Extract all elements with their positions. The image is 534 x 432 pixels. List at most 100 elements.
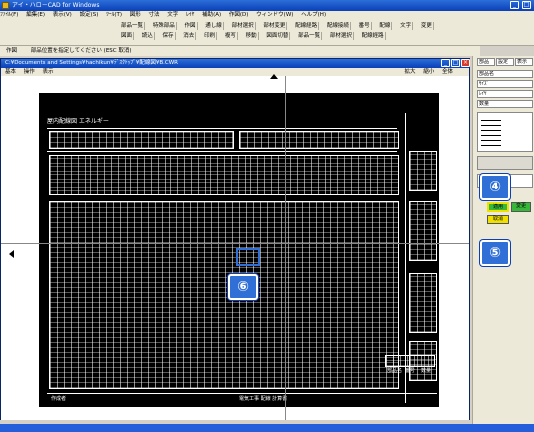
sheet-table-header-2: 番号 [405,368,416,374]
doc-minimize-button[interactable]: _ [441,59,450,67]
rp-row-size: ｻｲｽﾞ [477,80,533,88]
callout-6-target-box [236,248,260,266]
scroll-left-arrow-icon[interactable] [9,250,14,258]
crosshair-vertical [285,76,286,420]
app-icon [2,2,9,9]
sheet-footer-note: 電気工事 配線 計算書 [239,396,288,402]
tb-text[interactable]: 文字 [399,22,414,30]
doc-zoom-out[interactable]: 縮小 [423,69,434,75]
doc-menu-right: 拡大 縮小 全体 [404,68,459,76]
tb-parts-list[interactable]: 部品一覧 [120,22,146,30]
menu-assist[interactable]: 補助(A) [202,12,221,18]
sheet-stamp-box [385,355,435,367]
tb-wiring-connect[interactable]: 配線接続 [326,22,351,30]
tb-wiring-route-2[interactable]: 配線経路 [361,32,386,40]
document-titlebar: C:¥Documents and Settings¥hachikun¥ﾃﾞｽｸﾄ… [1,59,469,68]
toolbar-row-2: 図面 読込 保存 消去 印刷 複写 移動 図面切替 部品一覧 部材選択 配線経路 [120,32,391,40]
sheet-divider-1 [47,151,397,152]
status-mode: 作図 [6,48,18,54]
tb-parts-list-2[interactable]: 部品一覧 [297,32,323,40]
menu-help[interactable]: ヘルプ(H) [301,12,326,18]
rp-apply-button[interactable]: 適用 [487,202,509,212]
crosshair-horizontal [1,243,469,244]
callout-5-badge: ⑤ [480,240,510,266]
rp-tab-parts[interactable]: 部品 [477,58,495,66]
sheet-right-block-2 [409,201,437,261]
tb-wiring-route[interactable]: 配線経路 [294,22,320,30]
menu-shapes[interactable]: 図形 [130,12,141,18]
doc-maximize-button[interactable]: □ [451,59,460,67]
sheet-table-header-3: 数量 [421,368,432,374]
menu-window[interactable]: ウィンドウ(W) [256,12,293,18]
sheet-table-header-1: 部品名 [387,368,403,374]
doc-menu-operate[interactable]: 操作 [24,69,35,75]
tb-through-line[interactable]: 通し線 [204,22,224,30]
menu-layer[interactable]: ﾚｲﾔ [186,12,194,18]
doc-close-button[interactable]: × [461,59,470,67]
app-titlebar: アイ・ハロ－CAD for Windows [0,0,534,11]
menu-bar: ﾌｧｲﾙ(F) 編集(E) 表示(V) 設定(S) ﾂｰﾙ(T) 図形 寸法 文… [0,11,534,20]
status-line: 作図 部品位置を指定してください (ESC 取消) [0,46,480,56]
tb-member-change[interactable]: 部材変更 [262,22,288,30]
sheet-right-block-3 [409,273,437,333]
sheet-header-table-left [49,131,234,149]
tb-draw[interactable]: 作図 [184,22,198,30]
tb-member-select[interactable]: 部材選択 [231,22,256,30]
tb-erase[interactable]: 消去 [182,32,197,40]
tb-drawing[interactable]: 図面 [120,32,135,40]
document-title: C:¥Documents and Settings¥hachikun¥ﾃﾞｽｸﾄ… [5,60,178,66]
rp-preview-lines [481,116,501,146]
sheet-footer-rule [47,393,437,394]
taskbar [0,424,534,432]
sheet-info-block [49,155,399,195]
doc-zoom-in[interactable]: 拡大 [404,69,415,75]
minimize-button[interactable]: _ [510,1,519,9]
rp-cancel-button[interactable]: 取消 [487,215,509,224]
tb-switch-drawing[interactable]: 図面切替 [265,32,291,40]
sheet-header-rule [47,128,397,129]
doc-menu-view[interactable]: 表示 [43,69,54,75]
rp-property-strip [477,156,533,170]
sheet-footer-label: 作成者 [51,396,67,402]
tb-special-parts[interactable]: 特殊部品 [152,22,177,30]
rp-tab-settings[interactable]: 設定 [496,58,514,66]
toolbar-row-1: 部品一覧 特殊部品 作図 通し線 部材選択 部材変更 配線経路 配線接続 番号 … [120,22,439,30]
doc-zoom-all[interactable]: 全体 [442,69,453,75]
menu-dimension[interactable]: 寸法 [149,12,160,18]
tb-load[interactable]: 読込 [141,32,155,40]
maximize-button[interactable]: □ [522,1,531,9]
sheet-header-title: 屋内配線図 エネルギー [47,118,109,125]
app-title: アイ・ハロ－CAD for Windows [12,2,100,9]
sheet-main-grid [49,201,399,389]
doc-menu-basic[interactable]: 基本 [5,69,16,75]
menu-edit[interactable]: 編集(E) [26,12,45,18]
menu-settings[interactable]: 設定(S) [80,12,99,18]
tb-save[interactable]: 保存 [162,32,176,40]
menu-view[interactable]: 表示(V) [53,12,72,18]
tb-member-select-2[interactable]: 部材選択 [329,32,354,40]
rp-change-button[interactable]: 変更 [511,202,531,212]
tb-copy[interactable]: 複写 [224,32,238,40]
status-prompt: 部品位置を指定してください (ESC 取消) [30,48,132,54]
rp-row-qty: 数量 [477,100,533,108]
tb-number[interactable]: 番号 [358,22,372,30]
document-menu: 基本 操作 表示 拡大 縮小 全体 [1,68,469,76]
tb-wiring[interactable]: 配線 [378,22,393,30]
menu-draw[interactable]: 作図(D) [229,12,249,18]
tb-print[interactable]: 印刷 [203,32,218,40]
callout-4-badge: ④ [480,174,510,200]
menu-file[interactable]: ﾌｧｲﾙ(F) [0,12,18,18]
scroll-up-arrow-icon[interactable] [270,74,278,79]
rp-tab-view[interactable]: 表示 [515,58,533,66]
sheet-right-block-1 [409,151,437,191]
callout-6-badge: ⑥ [228,274,258,300]
drawing-canvas[interactable]: 屋内配線図 エネルギー 作成者 電気工事 配線 計算書 部品名 番号 数量 [1,76,469,420]
tb-change[interactable]: 変更 [420,22,434,30]
tb-move[interactable]: 移動 [245,32,259,40]
menu-text[interactable]: 文字 [167,12,178,18]
menu-tools[interactable]: ﾂｰﾙ(T) [106,12,122,18]
document-window: C:¥Documents and Settings¥hachikun¥ﾃﾞｽｸﾄ… [0,58,470,420]
rp-row-name: 部品名 [477,70,533,78]
sheet-header-table-right [239,131,399,149]
toolbar: 部品一覧 特殊部品 作図 通し線 部材選択 部材変更 配線経路 配線接続 番号 … [0,20,534,46]
